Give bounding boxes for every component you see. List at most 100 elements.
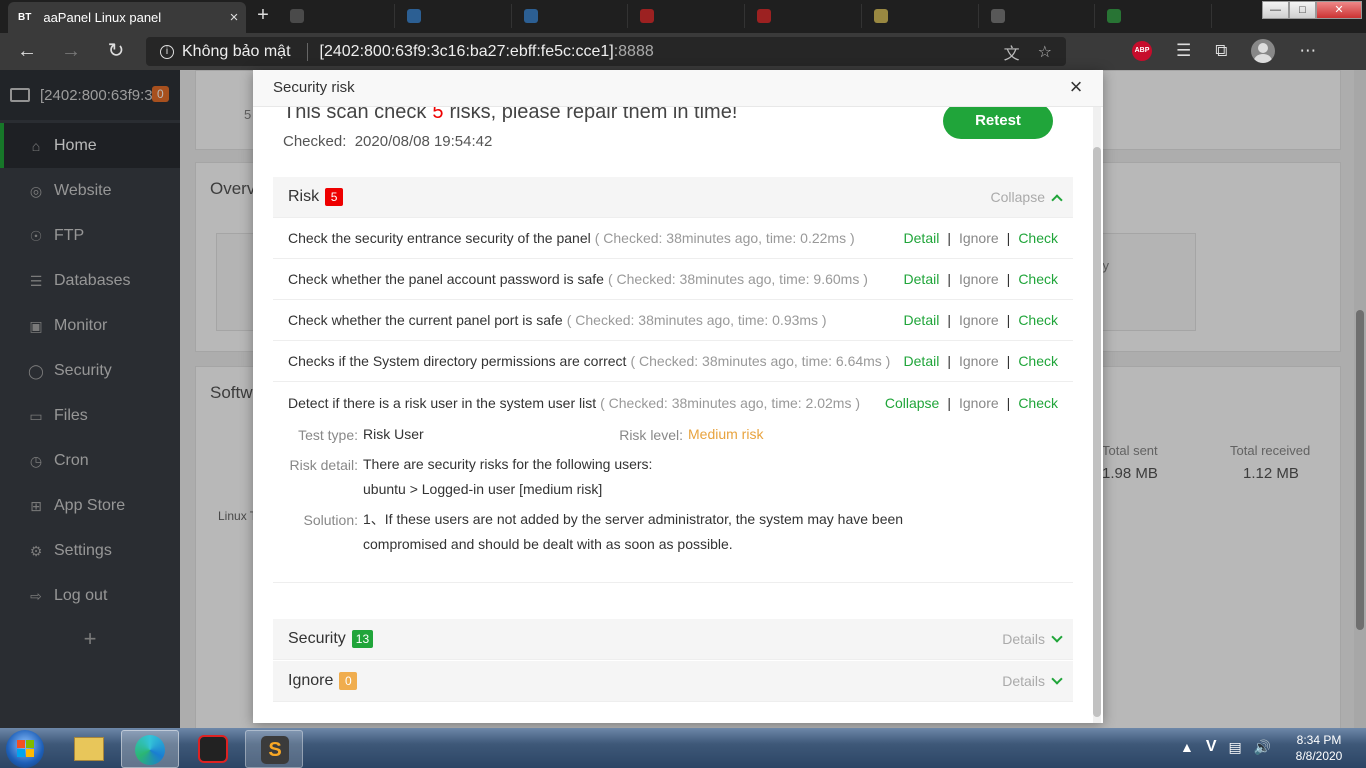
translate-icon[interactable]: 文: [1004, 40, 1020, 64]
active-tab[interactable]: BT aaPanel Linux panel ×: [8, 2, 246, 33]
detail-link[interactable]: Detail: [904, 271, 940, 287]
risk-detail-panel: Test type: Risk User Risk level: Medium …: [273, 419, 1073, 583]
taskbar-garena[interactable]: [184, 731, 242, 767]
security-status[interactable]: Không bảo mật: [182, 43, 291, 61]
background-tab[interactable]: [983, 4, 1096, 28]
background-tab[interactable]: [632, 4, 745, 28]
tab-close-icon[interactable]: ×: [222, 9, 246, 26]
taskbar-clock[interactable]: 8:34 PM 8/8/2020: [1284, 732, 1354, 764]
background-tab[interactable]: [516, 4, 629, 28]
start-button[interactable]: [6, 730, 44, 768]
test-type-value: Risk User: [363, 426, 424, 442]
forward-arrow-icon[interactable]: →: [58, 39, 84, 65]
action-separator: |: [947, 230, 951, 246]
checked-label: Checked:: [283, 133, 347, 150]
browser-toolbar: ABP ☰ ⧉ ⋯: [1132, 39, 1316, 63]
security-section-header[interactable]: Security 13 Details: [273, 619, 1073, 660]
chevron-down-icon: [1051, 631, 1063, 643]
check-link[interactable]: Check: [1018, 271, 1058, 287]
ignore-link[interactable]: Ignore: [959, 395, 999, 411]
risk-item-meta: ( Checked: 38minutes ago, time: 6.64ms ): [630, 353, 891, 369]
dialog-close-icon[interactable]: ×: [1065, 76, 1087, 99]
chevron-down-icon: [1051, 673, 1063, 685]
action-separator: |: [947, 353, 951, 369]
dialog-scrollbar-thumb[interactable]: [1093, 147, 1101, 717]
favorite-star-icon[interactable]: ☆: [1038, 42, 1052, 62]
tab-title: aaPanel Linux panel: [43, 10, 162, 25]
ignore-section-label: Ignore: [288, 672, 334, 689]
favorites-list-icon[interactable]: ☰: [1176, 41, 1191, 61]
minimize-icon[interactable]: —: [1262, 1, 1289, 19]
window-controls: — □ ✕: [1262, 1, 1362, 19]
maximize-icon[interactable]: □: [1289, 1, 1316, 19]
url-host: [2402:800:63f9:3c16:ba27:ebff:fe5c:cce1]: [319, 42, 614, 60]
more-menu-icon[interactable]: ⋯: [1299, 41, 1316, 61]
taskbar-sublime[interactable]: S: [245, 730, 303, 768]
risk-item-meta: ( Checked: 38minutes ago, time: 9.60ms ): [607, 271, 868, 287]
volume-icon[interactable]: 🔊: [1254, 739, 1271, 756]
risk-section-header[interactable]: Risk 5 Collapse: [273, 177, 1073, 218]
back-arrow-icon[interactable]: ←: [14, 39, 40, 65]
url-field[interactable]: i Không bảo mật [2402:800:63f9:3c16:ba27…: [146, 37, 1066, 66]
background-tab[interactable]: [749, 4, 862, 28]
checked-time: 2020/08/08 19:54:42: [354, 133, 493, 150]
system-tray: ▲ V ▤ 🔊: [1180, 738, 1271, 756]
network-icon[interactable]: ▤: [1229, 739, 1242, 756]
taskbar-explorer[interactable]: [60, 731, 118, 767]
background-tab[interactable]: [282, 4, 395, 28]
risk-level-label: Risk level:: [619, 427, 683, 443]
ignore-link[interactable]: Ignore: [959, 353, 999, 369]
risk-item-meta: ( Checked: 38minutes ago, time: 0.22ms ): [594, 230, 855, 246]
risk-item-actions: Collapse | Ignore | Check: [885, 395, 1058, 411]
url-separator: [306, 42, 308, 61]
taskbar-edge[interactable]: [121, 730, 179, 768]
tray-expand-icon[interactable]: ▲: [1180, 739, 1194, 755]
ignore-section-header[interactable]: Ignore 0 Details: [273, 661, 1073, 702]
action-separator: |: [1006, 394, 1011, 411]
risk-item-actions: Detail | Ignore | Check: [904, 230, 1058, 246]
risk-item-actions: Detail | Ignore | Check: [904, 312, 1058, 328]
action-separator: |: [1006, 271, 1011, 287]
background-tab[interactable]: [1099, 4, 1212, 28]
browser-tab-bar: BT aaPanel Linux panel × + — □ ✕: [0, 0, 1366, 33]
solution-line: 1、If these users are not added by the se…: [363, 511, 904, 527]
windows-logo-part: [17, 749, 25, 757]
risk-collapse-toggle[interactable]: Collapse: [991, 189, 1063, 206]
collapse-link[interactable]: Collapse: [885, 395, 939, 411]
detail-link[interactable]: Detail: [904, 353, 940, 369]
collections-icon[interactable]: ⧉: [1215, 41, 1227, 61]
detail-link[interactable]: Detail: [904, 312, 940, 328]
input-language[interactable]: V: [1206, 738, 1217, 756]
security-section-label: Security: [288, 630, 346, 647]
background-tab[interactable]: [866, 4, 979, 28]
ignore-details-toggle[interactable]: Details: [1002, 673, 1063, 689]
detail-link[interactable]: Detail: [904, 230, 940, 246]
tab-favicon: BT: [18, 12, 32, 23]
check-link[interactable]: Check: [1018, 230, 1058, 246]
windows-taskbar: S ▲ V ▤ 🔊 8:34 PM 8/8/2020: [0, 728, 1366, 768]
profile-avatar[interactable]: [1251, 39, 1276, 63]
action-separator: |: [947, 394, 951, 411]
window-close-icon[interactable]: ✕: [1316, 1, 1362, 19]
action-separator: |: [947, 271, 951, 287]
ignore-link[interactable]: Ignore: [959, 312, 999, 328]
adblock-icon[interactable]: ABP: [1132, 41, 1152, 61]
background-tab[interactable]: [399, 4, 512, 28]
security-details-toggle[interactable]: Details: [1002, 631, 1063, 647]
retest-button[interactable]: Retest: [943, 107, 1053, 139]
risk-item: Check the security entrance security of …: [273, 218, 1073, 259]
ignore-count-badge: 0: [339, 672, 358, 690]
new-tab-button[interactable]: +: [250, 4, 276, 28]
check-link[interactable]: Check: [1018, 353, 1058, 369]
dialog-title: Security risk: [273, 79, 355, 96]
ignore-link[interactable]: Ignore: [959, 230, 999, 246]
dialog-scrollbar[interactable]: [1093, 107, 1101, 723]
check-link[interactable]: Check: [1018, 395, 1058, 411]
info-icon[interactable]: i: [160, 44, 174, 59]
scan-suffix: risks, please repair them in time!: [449, 107, 738, 123]
refresh-icon[interactable]: ↻: [103, 39, 129, 65]
risk-item-name: Checks if the System directory permissio…: [288, 353, 627, 369]
ignore-link[interactable]: Ignore: [959, 271, 999, 287]
check-link[interactable]: Check: [1018, 312, 1058, 328]
url-port: :8888: [613, 42, 654, 60]
